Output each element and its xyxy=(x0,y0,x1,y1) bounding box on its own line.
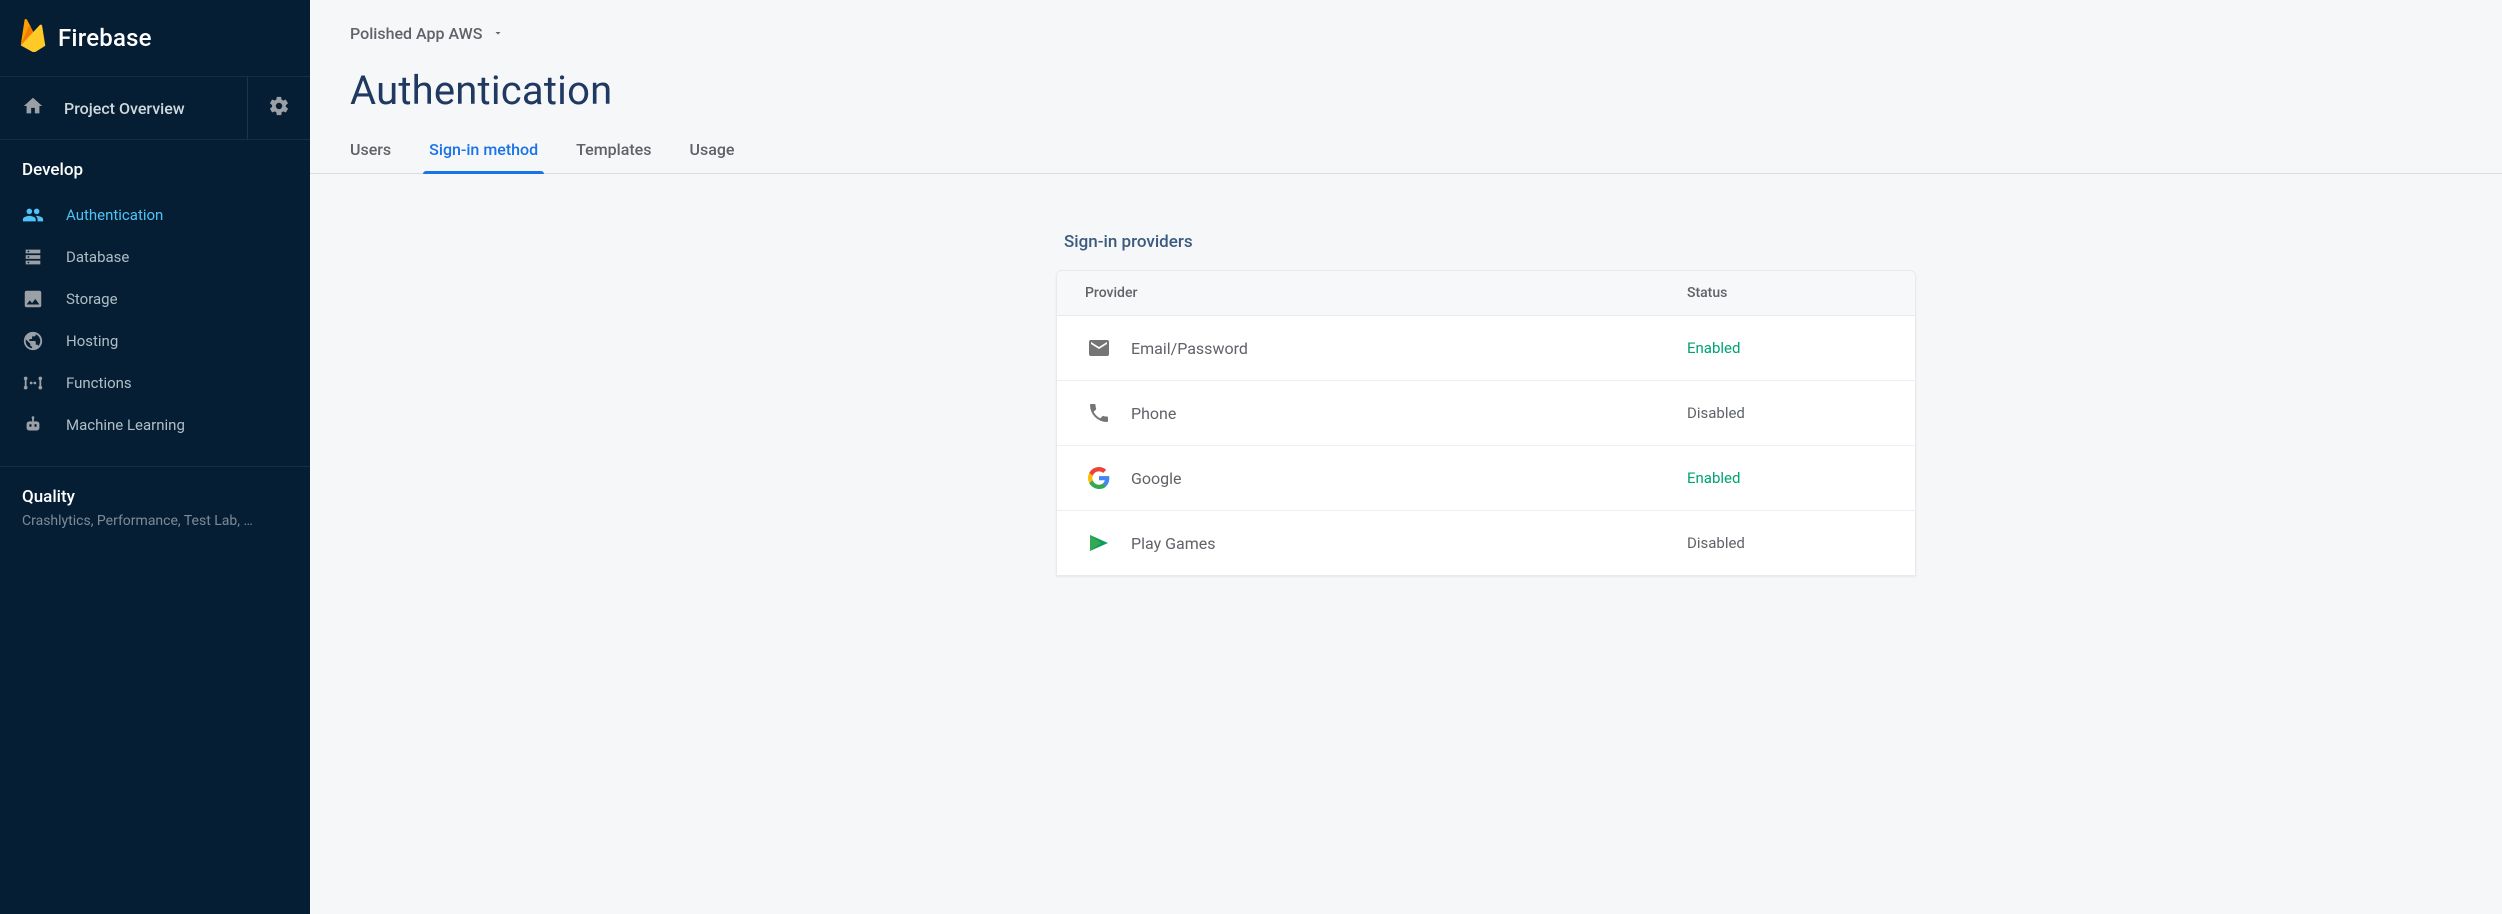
functions-icon xyxy=(22,372,44,394)
tab-label: Users xyxy=(350,140,391,159)
sidebar-item-label: Hosting xyxy=(66,332,118,350)
sidebar-section-quality[interactable]: Quality Crashlytics, Performance, Test L… xyxy=(0,466,310,545)
sidebar-item-label: Authentication xyxy=(66,206,163,224)
panel-heading: Sign-in providers xyxy=(1056,232,1916,270)
providers-card: Provider Status Email/Password Enabled P… xyxy=(1056,270,1916,576)
play-games-icon xyxy=(1085,529,1113,557)
sidebar-item-label: Machine Learning xyxy=(66,416,185,434)
project-name: Polished App AWS xyxy=(350,24,482,43)
provider-status: Enabled xyxy=(1687,469,1887,487)
provider-row-phone[interactable]: Phone Disabled xyxy=(1057,381,1915,446)
sidebar-item-functions[interactable]: Functions xyxy=(0,362,310,404)
page-title: Authentication xyxy=(310,43,2502,132)
content: Sign-in providers Provider Status Email/… xyxy=(310,174,2502,576)
people-icon xyxy=(22,204,44,226)
signin-providers-panel: Sign-in providers Provider Status Email/… xyxy=(1056,232,1916,576)
email-icon xyxy=(1085,334,1113,362)
column-provider: Provider xyxy=(1085,285,1687,301)
sidebar-item-project-overview[interactable]: Project Overview xyxy=(0,77,247,139)
gear-icon xyxy=(268,95,290,121)
provider-name: Email/Password xyxy=(1131,339,1687,358)
tab-usage[interactable]: Usage xyxy=(689,132,734,173)
sidebar-item-hosting[interactable]: Hosting xyxy=(0,320,310,362)
project-overview-row: Project Overview xyxy=(0,76,310,140)
sidebar-item-label: Database xyxy=(66,248,129,266)
sidebar-item-database[interactable]: Database xyxy=(0,236,310,278)
provider-row-play-games[interactable]: Play Games Disabled xyxy=(1057,511,1915,575)
provider-row-email[interactable]: Email/Password Enabled xyxy=(1057,316,1915,381)
project-settings-button[interactable] xyxy=(247,77,310,139)
tab-label: Sign-in method xyxy=(429,140,538,159)
providers-table-head: Provider Status xyxy=(1057,271,1915,316)
sidebar-section-develop[interactable]: Develop xyxy=(0,140,310,194)
quality-subtitle: Crashlytics, Performance, Test Lab, … xyxy=(22,513,282,529)
brand-label: Firebase xyxy=(58,24,152,52)
tab-users[interactable]: Users xyxy=(350,132,391,173)
provider-name: Phone xyxy=(1131,404,1687,423)
phone-icon xyxy=(1085,399,1113,427)
tab-label: Templates xyxy=(576,140,651,159)
sidebar: Firebase Project Overview Develop Authen… xyxy=(0,0,310,914)
sidebar-item-authentication[interactable]: Authentication xyxy=(0,194,310,236)
database-icon xyxy=(22,246,44,268)
sidebar-item-storage[interactable]: Storage xyxy=(0,278,310,320)
google-icon xyxy=(1085,464,1113,492)
sidebar-item-machine-learning[interactable]: Machine Learning xyxy=(0,404,310,446)
provider-status: Disabled xyxy=(1687,404,1887,422)
provider-status: Enabled xyxy=(1687,339,1887,357)
tabs: Users Sign-in method Templates Usage xyxy=(310,132,2502,174)
provider-row-google[interactable]: Google Enabled xyxy=(1057,446,1915,511)
main: Polished App AWS Authentication Users Si… xyxy=(310,0,2502,914)
firebase-logo-icon xyxy=(20,18,46,58)
provider-name: Google xyxy=(1131,469,1687,488)
project-overview-label: Project Overview xyxy=(64,99,185,118)
storage-icon xyxy=(22,288,44,310)
home-icon xyxy=(22,95,44,121)
provider-name: Play Games xyxy=(1131,534,1687,553)
brand[interactable]: Firebase xyxy=(0,0,310,76)
tab-label: Usage xyxy=(689,140,734,159)
globe-icon xyxy=(22,330,44,352)
topbar: Polished App AWS xyxy=(310,0,2502,43)
caret-down-icon xyxy=(492,24,504,43)
tab-sign-in-method[interactable]: Sign-in method xyxy=(429,132,538,173)
robot-icon xyxy=(22,414,44,436)
quality-title: Quality xyxy=(22,487,288,507)
project-selector[interactable]: Polished App AWS xyxy=(350,24,504,43)
provider-status: Disabled xyxy=(1687,534,1887,552)
tab-templates[interactable]: Templates xyxy=(576,132,651,173)
column-status: Status xyxy=(1687,285,1887,301)
sidebar-item-label: Functions xyxy=(66,374,132,392)
sidebar-item-label: Storage xyxy=(66,290,118,308)
